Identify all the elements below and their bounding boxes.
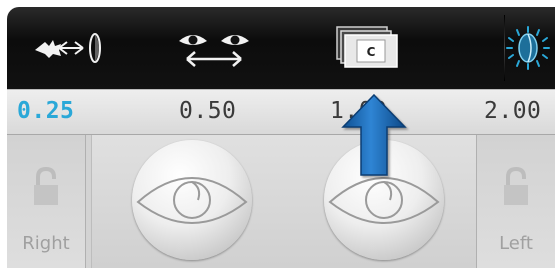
lock-icon: [504, 166, 528, 205]
eye-to-lens-icon: [35, 33, 101, 63]
left-eye-label: Left: [499, 233, 533, 254]
two-eyes-arrow-icon: [179, 35, 249, 67]
right-eye-panel[interactable]: Right: [7, 135, 86, 268]
blue-up-arrow-icon: [341, 93, 407, 176]
chart-cards-icon: C: [336, 26, 398, 68]
left-eye-panel[interactable]: Left: [476, 135, 555, 268]
acuity-option[interactable]: 0.50: [179, 98, 236, 124]
right-eye-label: Right: [22, 233, 70, 254]
acuity-bar: 0.25 0.50 1.00 2.00: [7, 89, 555, 135]
lens-illumination-button[interactable]: [501, 17, 555, 79]
eye-outline-icon: [136, 177, 248, 224]
eyes-display: [91, 135, 487, 268]
top-toolbar: C: [7, 7, 555, 89]
chart-card-letter: C: [367, 45, 376, 59]
acuity-option-selected[interactable]: 0.25: [17, 98, 74, 124]
binocular-view-button[interactable]: [169, 17, 259, 79]
chart-cards-button[interactable]: C: [327, 17, 407, 79]
lens-light-icon: [506, 26, 550, 70]
eye-selection-area: Right Left: [7, 135, 555, 268]
acuity-option[interactable]: 2.00: [484, 98, 541, 124]
app-frame: C 0.25 0.50 2.00 Right Left: [7, 7, 555, 268]
eye-lens-distance-button[interactable]: [25, 17, 117, 79]
lock-icon: [34, 166, 58, 205]
right-eye-button[interactable]: [132, 140, 252, 260]
